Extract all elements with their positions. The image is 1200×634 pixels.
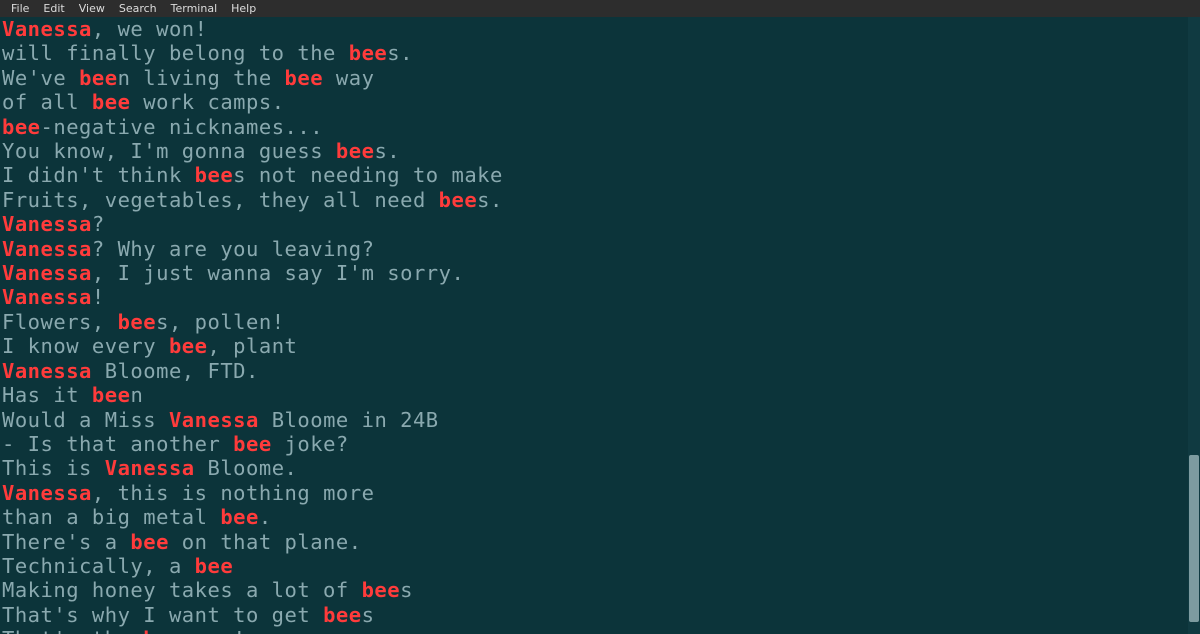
terminal-line: of all bee work camps. (2, 90, 1186, 114)
terminal-line: I didn't think bees not needing to make (2, 163, 1186, 187)
search-highlight: bee (2, 115, 41, 139)
menu-terminal[interactable]: Terminal (164, 1, 225, 16)
search-highlight: bee (92, 383, 131, 407)
search-highlight: Vanessa (2, 481, 92, 505)
terminal-line: Vanessa? (2, 212, 1186, 236)
terminal-line: will finally belong to the bees. (2, 41, 1186, 65)
search-highlight: Vanessa (169, 408, 259, 432)
terminal-line: Vanessa, we won! (2, 17, 1186, 41)
terminal-line: Would a Miss Vanessa Bloome in 24B (2, 408, 1186, 432)
search-highlight: bee (285, 66, 324, 90)
search-highlight: bee (92, 90, 131, 114)
search-highlight: bee (220, 505, 259, 529)
menu-view[interactable]: View (72, 1, 112, 16)
terminal-line: Vanessa! (2, 285, 1186, 309)
terminal-line: Flowers, bees, pollen! (2, 310, 1186, 334)
search-highlight: bee (195, 163, 234, 187)
search-highlight: bee (439, 188, 478, 212)
search-highlight: Vanessa (2, 359, 92, 383)
menu-help[interactable]: Help (224, 1, 263, 16)
terminal-line: That's why I want to get bees (2, 603, 1186, 627)
terminal-line: We've been living the bee way (2, 66, 1186, 90)
search-highlight: bee (130, 530, 169, 554)
terminal-line: This is Vanessa Bloome. (2, 456, 1186, 480)
search-highlight: bee (195, 554, 234, 578)
terminal-line: Making honey takes a lot of bees (2, 578, 1186, 602)
terminal-line: Vanessa? Why are you leaving? (2, 237, 1186, 261)
terminal-line: You know, I'm gonna guess bees. (2, 139, 1186, 163)
search-highlight: bee (336, 139, 375, 163)
search-highlight: bee (323, 603, 362, 627)
search-highlight: bee (79, 66, 118, 90)
terminal-output[interactable]: Vanessa, we won!will finally belong to t… (0, 17, 1188, 634)
search-highlight: Vanessa (2, 285, 92, 309)
search-highlight: Vanessa (2, 261, 92, 285)
search-highlight: Vanessa (2, 17, 92, 41)
terminal-line: - Is that another bee joke? (2, 432, 1186, 456)
terminal-line: That's the bee way! (2, 627, 1186, 634)
terminal-wrapper: Vanessa, we won!will finally belong to t… (0, 17, 1200, 634)
search-highlight: bee (362, 578, 401, 602)
search-highlight: bee (118, 310, 157, 334)
scrollbar-thumb[interactable] (1189, 455, 1199, 622)
terminal-line: than a big metal bee. (2, 505, 1186, 529)
search-highlight: Vanessa (2, 212, 92, 236)
menu-search[interactable]: Search (112, 1, 164, 16)
terminal-line: Has it been (2, 383, 1186, 407)
terminal-line: bee-negative nicknames... (2, 115, 1186, 139)
terminal-line: Technically, a bee (2, 554, 1186, 578)
search-highlight: bee (349, 41, 388, 65)
search-highlight: bee (143, 627, 182, 634)
terminal-line: Fruits, vegetables, they all need bees. (2, 188, 1186, 212)
terminal-line: Vanessa Bloome, FTD. (2, 359, 1186, 383)
terminal-line: Vanessa, this is nothing more (2, 481, 1186, 505)
menubar: File Edit View Search Terminal Help (0, 0, 1200, 17)
scrollbar-track[interactable] (1188, 17, 1200, 634)
search-highlight: bee (169, 334, 208, 358)
menu-file[interactable]: File (4, 1, 36, 16)
terminal-line: Vanessa, I just wanna say I'm sorry. (2, 261, 1186, 285)
search-highlight: Vanessa (2, 237, 92, 261)
search-highlight: Vanessa (105, 456, 195, 480)
menu-edit[interactable]: Edit (36, 1, 71, 16)
terminal-line: There's a bee on that plane. (2, 530, 1186, 554)
search-highlight: bee (233, 432, 272, 456)
terminal-line: I know every bee, plant (2, 334, 1186, 358)
